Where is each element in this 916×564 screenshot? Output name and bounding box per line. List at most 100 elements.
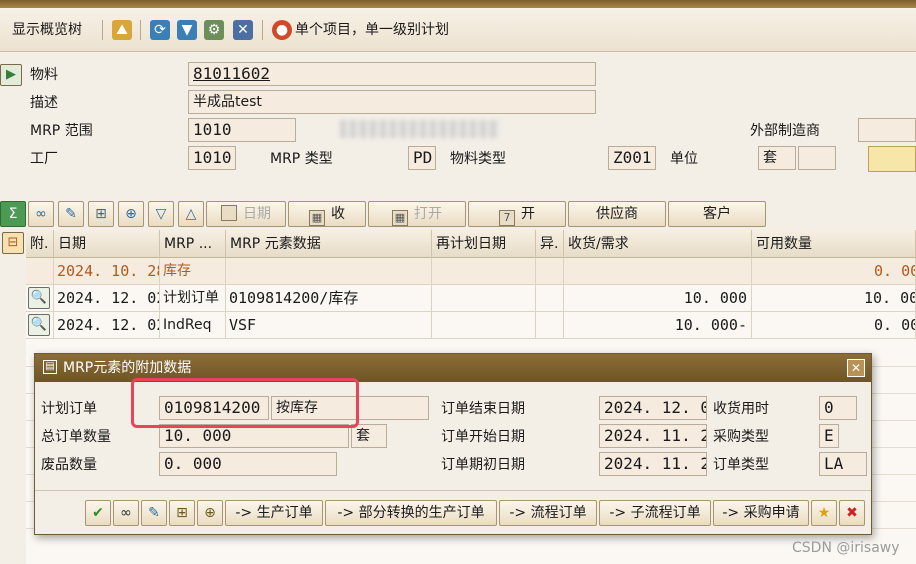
unit-extra-field[interactable] <box>798 146 836 170</box>
glasses-icon[interactable]: ∞ <box>113 500 139 526</box>
unit-field[interactable]: 套 <box>758 146 796 170</box>
order-open-date-label: 订单期初日期 <box>441 457 525 473</box>
table-row-0-available: 0. 000 <box>752 258 916 285</box>
collapse-up-icon[interactable]: △ <box>178 201 204 227</box>
material-type-label: 物料类型 <box>450 151 506 167</box>
redacted-text <box>340 120 500 138</box>
magnifier-icon[interactable]: 🔍 <box>28 314 50 336</box>
table-row-2-receipt: 10. 000- <box>564 312 752 339</box>
table-row-0-reschedule <box>432 258 536 285</box>
table-row-2-mrp: IndReq <box>160 312 226 339</box>
column-header-attachment[interactable]: 附. <box>26 230 54 258</box>
date-button[interactable]: 日期 <box>206 201 286 227</box>
to-production-order-button[interactable]: -> 生产订单 <box>225 500 323 526</box>
column-header-mrp-element[interactable]: MRP ... <box>160 230 226 258</box>
open-button[interactable]: ▦ 打开 <box>368 201 466 227</box>
plant-label: 工厂 <box>30 151 58 167</box>
refresh-icon[interactable]: ⟳ <box>150 20 170 40</box>
customer-button[interactable]: 客户 <box>668 201 766 227</box>
column-header-receipt-requirement[interactable]: 收货/需求 <box>564 230 752 258</box>
external-manufacturer-label: 外部制造商 <box>750 123 820 139</box>
dialog-separator <box>35 490 871 491</box>
table-row-0-receipt <box>564 258 752 285</box>
mrp-type-label: MRP 类型 <box>270 151 333 167</box>
mrp-type-field[interactable]: PD <box>408 146 436 170</box>
mrp-button-bar: Σ ∞ ✎ ⊞ ⊕ ▽ △ 日期 ▦ 收 ▦ 打开 7开 供应商 客户 <box>0 200 916 228</box>
mrp-area-label: MRP 范围 <box>30 123 93 139</box>
to-sub-process-order-button[interactable]: -> 子流程订单 <box>599 500 711 526</box>
date-icon <box>221 205 237 221</box>
pencil-icon[interactable]: ✎ <box>58 201 84 227</box>
order-type-label: 订单类型 <box>713 457 769 473</box>
filter-icon[interactable]: ▼ <box>177 20 197 40</box>
planning-icon[interactable]: ⛰ <box>112 20 132 40</box>
description-field[interactable]: 半成品test <box>188 90 596 114</box>
hierarchy-icon[interactable]: ⊞ <box>169 500 195 526</box>
column-header-element-data[interactable]: MRP 元素数据 <box>226 230 432 258</box>
table-row-1-date: 2024. 12. 02 <box>54 285 160 312</box>
to-purchase-requisition-button[interactable]: -> 采购申请 <box>713 500 809 526</box>
unit-label: 单位 <box>670 151 698 167</box>
table-row-2-attach: 🔍 <box>26 312 54 339</box>
material-field[interactable]: 81011602 <box>188 62 596 86</box>
single-item-planning-icon[interactable]: ● <box>272 20 292 40</box>
show-overview-tree-button[interactable]: 显示概览树 <box>12 8 82 52</box>
vendor-button[interactable]: 供应商 <box>568 201 666 227</box>
mrp-area-field[interactable]: 1010 <box>188 118 296 142</box>
to-process-order-button[interactable]: -> 流程订单 <box>499 500 597 526</box>
mrp-additional-data-dialog: MRP元素的附加数据 ▤ ✕ 计划订单 0109814200 按库存 总订单数量… <box>34 353 872 535</box>
open2-button[interactable]: 7开 <box>468 201 566 227</box>
table-row-1-available: 10. 000 <box>752 285 916 312</box>
cancel-x-icon[interactable]: ✖ <box>839 500 865 526</box>
scrap-qty-field: 0. 000 <box>159 452 337 476</box>
table-settings-icon[interactable]: ⊟ <box>2 232 24 254</box>
calendar-icon: 7 <box>499 210 515 226</box>
table-row-0-attach <box>26 258 54 285</box>
user-settings-icon[interactable]: ⚙ <box>204 20 224 40</box>
table-row-1-attach: 🔍 <box>26 285 54 312</box>
column-header-exception[interactable]: 异. <box>536 230 564 258</box>
sum-icon[interactable]: Σ <box>0 201 26 227</box>
gr-processing-time-label: 收货用时 <box>713 401 769 417</box>
procurement-type-field: E <box>819 424 839 448</box>
dialog-close-button[interactable]: ✕ <box>847 359 865 377</box>
table-row-0-exception <box>536 258 564 285</box>
hierarchy-add-icon[interactable]: ⊕ <box>118 201 144 227</box>
gr-processing-time-field: 0 <box>819 396 857 420</box>
material-label: 物料 <box>30 67 58 83</box>
export-icon[interactable]: ✕ <box>233 20 253 40</box>
hierarchy-add-icon[interactable]: ⊕ <box>197 500 223 526</box>
favorite-star-icon[interactable]: ★ <box>811 500 837 526</box>
to-partial-converted-production-order-button[interactable]: -> 部分转换的生产订单 <box>325 500 497 526</box>
hierarchy-icon[interactable]: ⊞ <box>88 201 114 227</box>
table-row-0-mrp: 库存 <box>160 258 226 285</box>
glasses-icon[interactable]: ∞ <box>28 201 54 227</box>
single-item-planning-button[interactable]: 单个项目，单一级别计划 <box>295 8 449 52</box>
expand-down-icon[interactable]: ▽ <box>148 201 174 227</box>
column-header-date[interactable]: 日期 <box>54 230 160 258</box>
dialog-window-icon: ▤ <box>43 360 57 374</box>
material-type-field[interactable]: Z001 <box>608 146 656 170</box>
scrap-qty-label: 废品数量 <box>41 457 97 473</box>
toolbar-separator <box>140 20 141 40</box>
confirm-check-icon[interactable]: ✔ <box>85 500 111 526</box>
header-action-button[interactable] <box>868 146 916 172</box>
highlight-annotation <box>131 378 359 428</box>
table-row-1-exception <box>536 285 564 312</box>
table-row-1-element-data[interactable]: 0109814200/库存 <box>226 285 432 312</box>
receipt-button[interactable]: ▦ 收 <box>288 201 366 227</box>
receipt-icon: ▦ <box>309 210 325 226</box>
column-header-available-qty[interactable]: 可用数量 <box>752 230 916 258</box>
table-row-2-element-data[interactable]: VSF <box>226 312 432 339</box>
pencil-icon[interactable]: ✎ <box>141 500 167 526</box>
table-row-2-available: 0. 000 <box>752 312 916 339</box>
material-detail-icon[interactable]: ▶ <box>0 64 22 86</box>
plant-field[interactable]: 1010 <box>188 146 236 170</box>
application-toolbar: 显示概览树 ⛰ ⟳ ▼ ⚙ ✕ ● 单个项目，单一级别计划 <box>0 8 916 52</box>
total-order-qty-unit: 套 <box>351 424 387 448</box>
table-row-1-reschedule <box>432 285 536 312</box>
external-manufacturer-field[interactable] <box>858 118 916 142</box>
magnifier-icon[interactable]: 🔍 <box>28 287 50 309</box>
column-header-reschedule-date[interactable]: 再计划日期 <box>432 230 536 258</box>
description-label: 描述 <box>30 95 58 111</box>
